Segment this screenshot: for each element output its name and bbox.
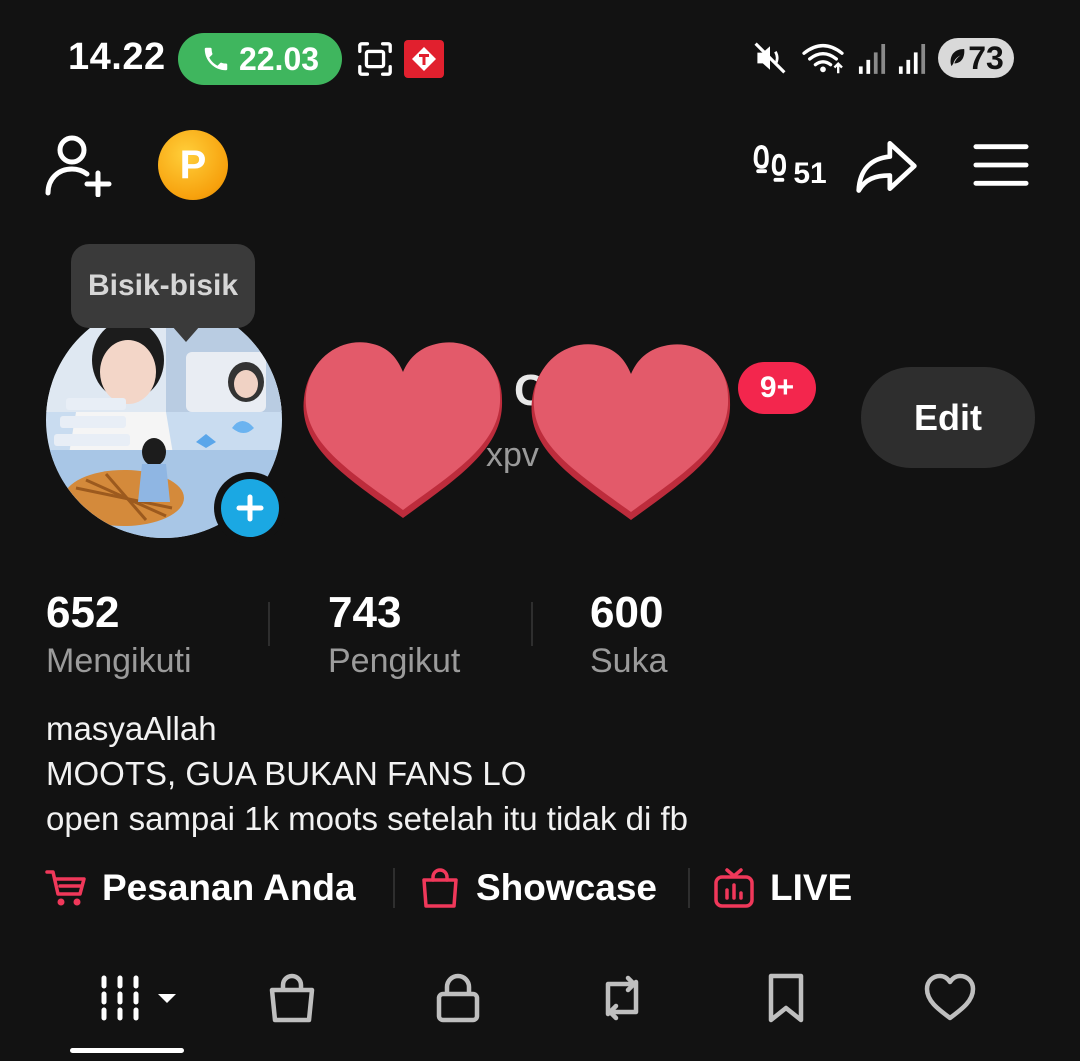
- followers-count: 743: [328, 588, 402, 637]
- bookmark-icon: [768, 973, 804, 1023]
- followers-label: Pengikut: [328, 642, 461, 680]
- hamburger-menu-icon: [973, 144, 1029, 186]
- battery-level: 73: [968, 39, 1004, 76]
- tooltip-tail: [172, 326, 200, 342]
- bag-icon: [422, 868, 458, 908]
- shop-icon: [269, 973, 315, 1023]
- tab-reposts[interactable]: [590, 966, 654, 1030]
- following-label: Mengikuti: [46, 642, 192, 680]
- showcase-label: Showcase: [476, 867, 657, 908]
- battery-indicator: 73: [938, 38, 1014, 78]
- heart-sticker-icon: [303, 342, 503, 518]
- ongoing-call-pill[interactable]: 22.03: [178, 33, 342, 85]
- mute-icon: [754, 42, 786, 74]
- add-friend-button[interactable]: [44, 132, 114, 198]
- bio-line: masyaAllah: [46, 710, 217, 747]
- tab-private[interactable]: [426, 966, 490, 1030]
- tab-liked[interactable]: [918, 966, 982, 1030]
- plus-icon: [236, 494, 264, 522]
- share-arrow-icon: [856, 141, 917, 193]
- lock-icon: [436, 973, 480, 1023]
- stat-likes[interactable]: 600 Suka: [590, 588, 668, 681]
- likes-label: Suka: [590, 642, 668, 680]
- following-count: 652: [46, 588, 120, 637]
- repost-icon: [605, 975, 639, 1021]
- tab-favorites[interactable]: [754, 966, 818, 1030]
- phone-icon: [204, 47, 228, 71]
- profile-bio: masyaAllah MOOTS, GUA BUKAN FANS LO open…: [46, 706, 688, 841]
- signal-icon-1: [858, 44, 886, 74]
- screenshot-icon: [358, 42, 392, 76]
- notification-badge[interactable]: 9+: [738, 362, 816, 414]
- footprint-icon: [753, 145, 787, 182]
- add-story-button[interactable]: [214, 472, 286, 544]
- link-separator: [393, 868, 395, 908]
- profile-views-count: 51: [793, 157, 827, 190]
- stat-divider: [268, 602, 270, 646]
- telkomsel-icon: [404, 40, 444, 78]
- signal-icon-2: [898, 44, 926, 74]
- active-tab-indicator: [70, 1048, 184, 1053]
- heart-icon: [924, 973, 976, 1021]
- bio-line: open sampai 1k moots setelah itu tidak d…: [46, 800, 689, 837]
- stat-following[interactable]: 652 Mengikuti: [46, 588, 192, 681]
- profile-views-button[interactable]: 51: [750, 136, 830, 196]
- coins-button[interactable]: P: [158, 130, 228, 200]
- status-time: 14.22: [68, 36, 166, 78]
- cart-icon: [45, 870, 86, 906]
- stat-followers[interactable]: 743 Pengikut: [328, 588, 460, 681]
- status-icons: 73: [752, 38, 1014, 78]
- link-separator: [688, 868, 690, 908]
- bio-line: MOOTS, GUA BUKAN FANS LO: [46, 755, 527, 792]
- menu-button[interactable]: [972, 140, 1030, 190]
- heart-sticker-icon-2: [531, 344, 731, 520]
- stat-divider: [531, 602, 533, 646]
- live-label: LIVE: [770, 867, 853, 908]
- edit-profile-button[interactable]: Edit: [861, 367, 1035, 468]
- coin-icon: P: [179, 142, 207, 187]
- add-user-icon: [45, 135, 112, 197]
- grid-icon: [101, 975, 176, 1021]
- tv-icon: [714, 868, 754, 908]
- wifi-icon: [802, 43, 844, 74]
- share-profile-button[interactable]: [852, 134, 922, 198]
- leaf-icon: [950, 49, 965, 67]
- call-duration: 22.03: [238, 40, 320, 77]
- tab-videos[interactable]: [96, 966, 180, 1030]
- live-link[interactable]: LIVE: [712, 862, 852, 914]
- orders-label: Pesanan Anda: [102, 867, 356, 908]
- showcase-link[interactable]: Showcase: [418, 862, 657, 914]
- orders-link[interactable]: Pesanan Anda: [44, 862, 356, 914]
- whisper-tooltip[interactable]: Bisik-bisik: [71, 244, 255, 328]
- likes-count: 600: [590, 588, 664, 637]
- tab-shop[interactable]: [260, 966, 324, 1030]
